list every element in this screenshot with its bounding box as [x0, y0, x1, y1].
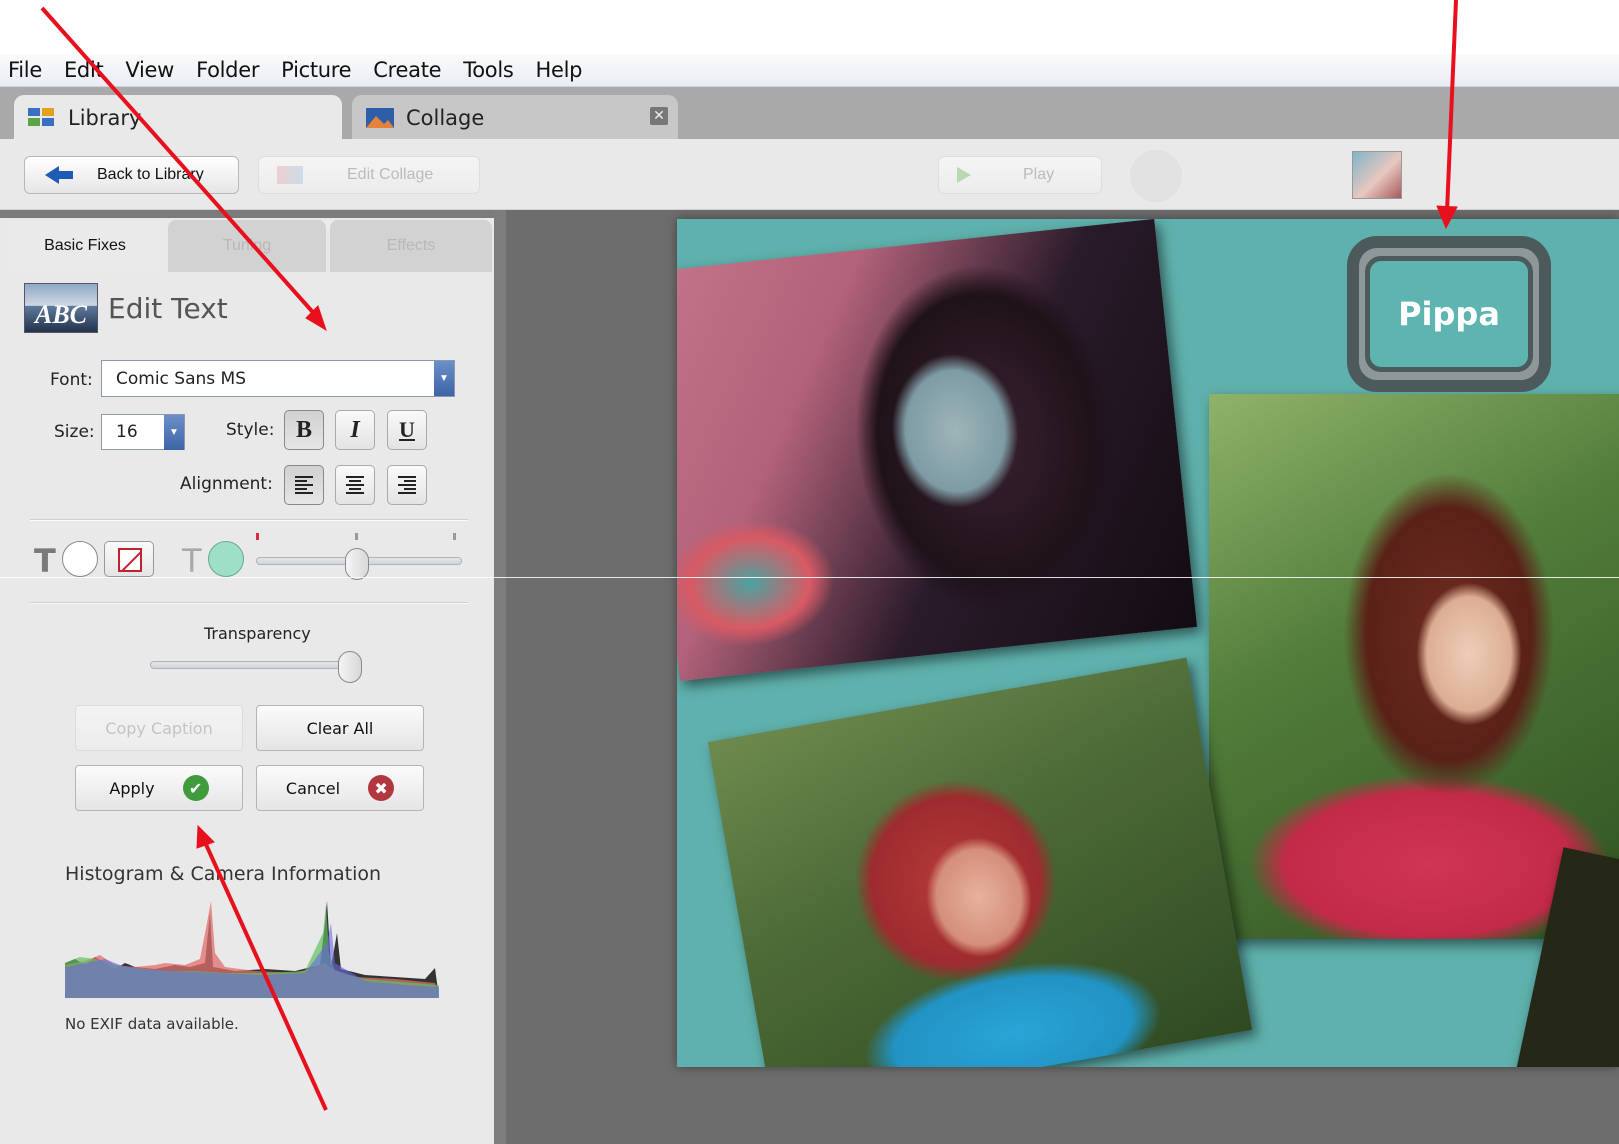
edit-text-heading: ABC Edit Text — [24, 283, 228, 333]
tab-collage-label: Collage — [406, 106, 485, 130]
menu-view[interactable]: View — [125, 58, 174, 82]
screen-divider-line — [0, 577, 1619, 578]
align-center-button[interactable] — [335, 465, 375, 505]
cancel-button[interactable]: Cancel ✖ — [256, 765, 424, 811]
edit-collage-icon — [277, 166, 303, 184]
alignment-label: Alignment: — [180, 474, 273, 494]
menu-file[interactable]: File — [8, 58, 42, 82]
tab-library-label: Library — [68, 106, 142, 130]
menu-bar: File Edit View Folder Picture Create Too… — [0, 54, 1619, 87]
cancel-x-icon: ✖ — [368, 775, 395, 801]
back-to-library-button[interactable]: Back to Library — [24, 156, 239, 194]
italic-button[interactable]: I — [335, 410, 375, 450]
histogram — [65, 893, 439, 998]
align-center-icon — [346, 476, 364, 494]
size-label: Size: — [54, 422, 95, 442]
bold-button[interactable]: B — [284, 410, 324, 450]
abc-text-icon: ABC — [24, 283, 98, 333]
name-tag-text: Pippa — [1398, 295, 1500, 333]
chevron-down-icon[interactable]: ▼ — [164, 414, 184, 450]
play-icon — [957, 167, 971, 183]
background-opacity-slider-handle[interactable] — [345, 548, 369, 580]
section-title: Edit Text — [108, 291, 228, 325]
copy-caption-button[interactable]: Copy Caption — [75, 705, 243, 751]
underline-button[interactable]: U — [387, 410, 427, 450]
menu-edit[interactable]: Edit — [64, 58, 104, 82]
apply-button[interactable]: Apply ✔ — [75, 765, 243, 811]
tab-collage[interactable]: Collage ✕ — [352, 95, 678, 141]
round-toolbar-button[interactable] — [1130, 150, 1182, 202]
tab-basic-fixes[interactable]: Basic Fixes — [8, 220, 162, 272]
histogram-title: Histogram & Camera Information — [65, 863, 382, 885]
edit-collage-button[interactable]: Edit Collage — [258, 156, 480, 194]
font-value: Comic Sans MS — [116, 368, 247, 389]
menu-picture[interactable]: Picture — [281, 58, 351, 82]
transparency-label: Transparency — [204, 624, 311, 643]
menu-tools[interactable]: Tools — [463, 58, 514, 82]
tab-effects[interactable]: Effects — [330, 220, 492, 272]
document-tab-bar: Library Collage ✕ — [0, 87, 1619, 141]
divider — [30, 602, 468, 604]
menu-folder[interactable]: Folder — [196, 58, 259, 82]
align-right-button[interactable] — [387, 465, 427, 505]
transparency-slider[interactable] — [150, 661, 360, 669]
no-color-icon — [118, 548, 142, 572]
align-right-icon — [398, 476, 416, 494]
no-color-button[interactable] — [104, 541, 154, 577]
background-color-swatch[interactable] — [208, 541, 244, 577]
play-button[interactable]: Play — [938, 156, 1102, 194]
size-value: 16 — [116, 422, 138, 442]
name-tag-text-box[interactable]: Pippa — [1365, 256, 1533, 372]
transparency-slider-handle[interactable] — [338, 651, 362, 683]
size-dropdown[interactable]: 16 ▼ — [101, 414, 185, 450]
cancel-label: Cancel — [285, 778, 341, 798]
collage-icon — [366, 108, 394, 128]
font-label: Font: — [50, 370, 93, 390]
menu-create[interactable]: Create — [373, 58, 441, 82]
back-arrow-icon — [45, 166, 59, 184]
chevron-down-icon[interactable]: ▼ — [434, 361, 454, 396]
fix-panel: Basic Fixes Tuning Effects ABC Edit Text — [0, 210, 506, 1144]
menu-help[interactable]: Help — [536, 58, 583, 82]
collage-photo[interactable] — [707, 657, 1253, 1067]
collage-thumbnail[interactable] — [1352, 151, 1402, 199]
collage-photo[interactable] — [1209, 394, 1619, 939]
close-icon[interactable]: ✕ — [650, 107, 668, 125]
tab-library[interactable]: Library — [14, 95, 342, 141]
style-label: Style: — [226, 420, 275, 440]
back-to-library-label: Back to Library — [97, 166, 204, 183]
divider — [30, 519, 468, 521]
edit-collage-label: Edit Collage — [347, 166, 434, 183]
clear-all-button[interactable]: Clear All — [256, 705, 424, 751]
apply-label: Apply — [109, 778, 155, 798]
font-dropdown[interactable]: Comic Sans MS ▼ — [101, 360, 455, 397]
collage-photo[interactable] — [677, 219, 1198, 682]
play-label: Play — [1023, 166, 1055, 183]
text-color-swatch[interactable] — [62, 541, 98, 577]
checkmark-icon: ✔ — [182, 775, 209, 801]
exif-info-text: No EXIF data available. — [65, 1015, 239, 1033]
align-left-button[interactable] — [284, 465, 324, 505]
tab-tuning[interactable]: Tuning — [168, 220, 326, 272]
background-color-icon: T — [182, 542, 202, 580]
library-icon — [28, 108, 54, 126]
text-color-icon: T — [34, 542, 56, 580]
align-left-icon — [295, 476, 313, 494]
